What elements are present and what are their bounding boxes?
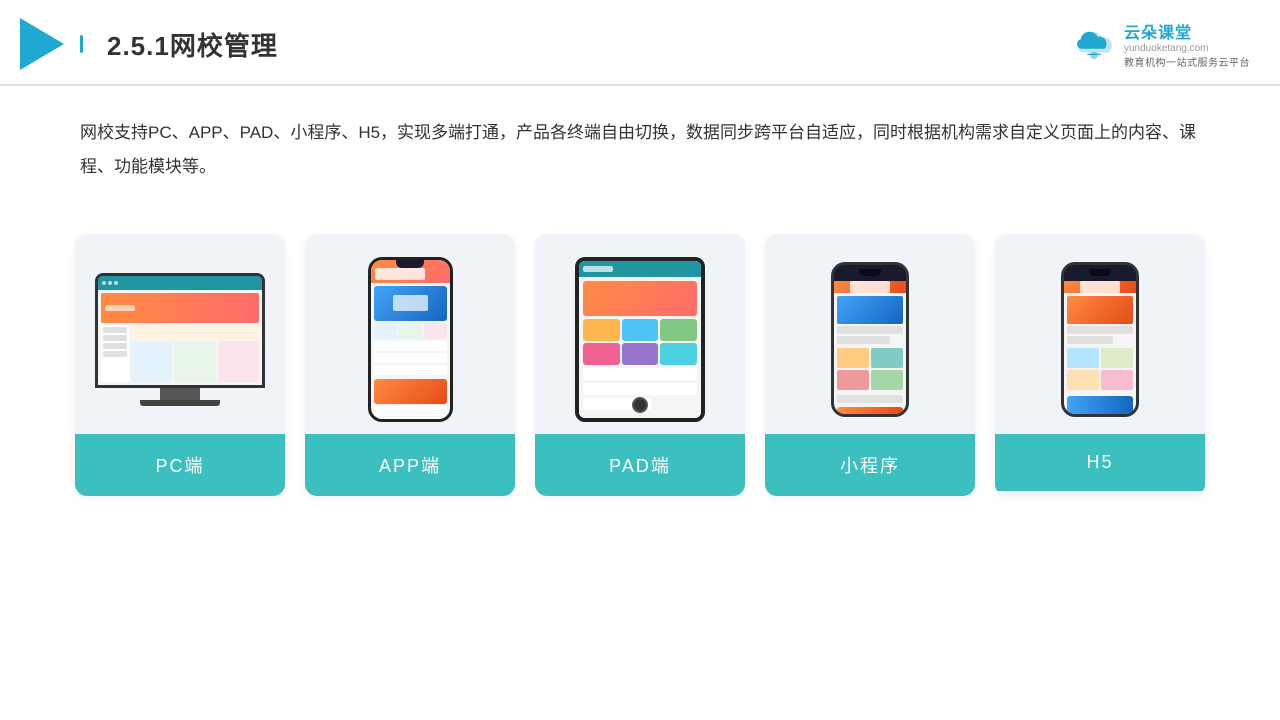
card-h5-label: H5 [995,434,1205,491]
card-pad-image [535,234,745,434]
logo-text-block: 云朵课堂 yunduoketang.com 教育机构一站式服务云平台 [1124,19,1250,69]
platform-cards: PC端 [0,214,1280,526]
header-left: 2.5.1网校管理 [20,18,278,70]
card-pad: PAD端 [535,234,745,496]
phone-device-mockup [368,257,453,422]
cloud-icon [1070,28,1118,60]
tablet-device-mockup [575,257,705,422]
pc-device-mockup [95,273,265,406]
card-app: APP端 [305,234,515,496]
page-title: 2.5.1网校管理 [107,26,278,63]
page-header: 2.5.1网校管理 云朵课堂 yunduoketang.com 教育机构一站式服… [0,0,1280,86]
logo-subtitle: 教育机构一站式服务云平台 [1124,54,1250,69]
miniapp-device-mockup [831,262,909,417]
logo-domain-text: yunduoketang.com [1124,43,1209,54]
brand-triangle-icon [20,18,64,70]
card-pad-label: PAD端 [535,434,745,496]
card-pc: PC端 [75,234,285,496]
card-h5: H5 [995,234,1205,496]
title-divider [80,35,83,53]
h5-device-mockup [1061,262,1139,417]
card-app-image [305,234,515,434]
card-pc-label: PC端 [75,434,285,496]
description-text: 网校支持PC、APP、PAD、小程序、H5，实现多端打通，产品各终端自由切换，数… [0,86,1280,204]
card-h5-image [995,234,1205,434]
cloud-logo: 云朵课堂 yunduoketang.com 教育机构一站式服务云平台 [1070,19,1250,69]
card-pc-image [75,234,285,434]
card-miniapp-image [765,234,975,434]
card-miniapp: 小程序 [765,234,975,496]
logo-main-text: 云朵课堂 [1124,19,1192,43]
card-app-label: APP端 [305,434,515,496]
card-miniapp-label: 小程序 [765,434,975,496]
